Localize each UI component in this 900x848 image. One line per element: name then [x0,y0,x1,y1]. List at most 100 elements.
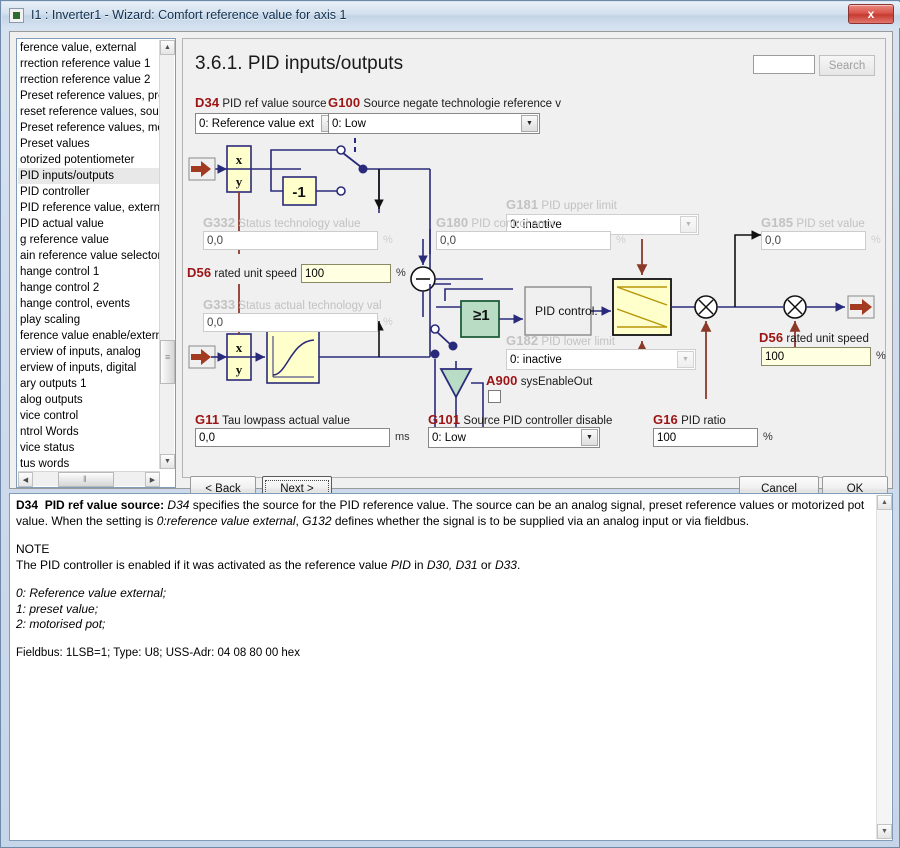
param-g333-text: Status actual technology val [238,300,382,312]
param-g333-unit: % [383,316,393,328]
tree-vscroll-thumb[interactable] [160,340,175,384]
tree-horizontal-scrollbar[interactable]: ◀ ▶ [18,471,160,487]
param-g185-text: PID set value [796,218,865,230]
tree-item[interactable]: rrection reference value 1 [18,56,160,72]
tree-item[interactable]: g reference value [18,232,160,248]
param-g16-field[interactable] [653,428,758,447]
tree-item[interactable]: PID actual value [18,216,160,232]
tree-item[interactable]: Preset reference values, monit [18,120,160,136]
svg-text:x: x [236,152,243,167]
chevron-down-icon[interactable]: ▼ [581,429,598,446]
chevron-down-icon[interactable]: ▼ [680,216,697,233]
param-d56-left-field[interactable] [301,264,391,283]
param-g101-text: Source PID controller disable [463,415,613,427]
help-pane[interactable]: D34 PID ref value source: D34 specifies … [9,493,893,841]
param-g16-text: PID ratio [681,415,726,427]
tree-item[interactable]: ntrol Words [18,424,160,440]
tree-vertical-scrollbar[interactable]: ▲ ▼ [159,40,175,469]
param-g11-label: G11 Tau lowpass actual value [195,412,350,427]
help-paragraph-1: D34 PID ref value source: D34 specifies … [16,498,872,529]
param-g182-combobox[interactable]: 0: inactive ▼ [506,349,696,370]
block-xy-bottom: x y [226,333,252,381]
selector-switch [336,138,368,196]
tree-item[interactable]: PID inputs/outputs [18,168,160,184]
tree-item[interactable]: ference value enable/externa [18,328,160,344]
param-d56-right-label: D56 rated unit speed [759,330,869,345]
tree-item[interactable]: tus words [18,456,160,470]
tree-item[interactable]: vice control [18,408,160,424]
tree-item[interactable]: vice status [18,440,160,456]
help-note-d: D30, D31 [426,557,478,572]
param-g101-combobox[interactable]: 0: Low ▼ [428,427,600,448]
tree-item[interactable]: play scaling [18,312,160,328]
tree-item[interactable]: alog outputs [18,392,160,408]
param-d56-right-field[interactable] [761,347,871,366]
param-g185-label: G185 PID set value [761,215,865,230]
window-title: I1 : Inverter1 - Wizard: Comfort referen… [31,8,347,22]
tree-item[interactable]: ary outputs 1 [18,376,160,392]
param-d56-right-unit: % [876,350,886,362]
tree-item[interactable]: PID reference value, external [18,200,160,216]
wizard-dialog: ference value, external rrection referenc… [9,31,893,502]
help-option-2: 2: motorised pot; [16,617,106,631]
tree-item[interactable]: Preset reference values, prese [18,88,160,104]
help-note-c: in [410,557,427,572]
svg-text:y: y [236,362,243,377]
param-a900-code: A900 [486,373,518,388]
param-d34-value: 0: Reference value ext [199,117,315,130]
tree-item[interactable]: PID controller [18,184,160,200]
param-a900-label: A900 sysEnableOut [486,373,592,388]
tree-item[interactable]: hange control, events [18,296,160,312]
navigation-tree-list[interactable]: ference value, external rrection referenc… [18,40,160,470]
param-g332-field[interactable] [203,231,378,250]
help-vertical-scrollbar[interactable]: ▲ ▼ [876,495,892,839]
navigation-tree[interactable]: ference value, external rrection referenc… [16,38,176,488]
tree-item[interactable]: otorized potentiometer [18,152,160,168]
tree-item[interactable]: reset reference values, sourc [18,104,160,120]
help-body-3: defines whether the signal is to be supp… [331,513,750,528]
param-g182-label: G182 PID lower limit [506,333,615,348]
tree-item[interactable]: ain reference value selector [18,248,160,264]
tree-item[interactable]: Preset values [18,136,160,152]
svg-text:-1: -1 [292,184,305,201]
param-d56-right-text: rated unit speed [786,333,869,345]
tree-hscroll-thumb[interactable] [58,472,114,487]
help-note-heading: NOTE [16,542,50,556]
help-setting-ref: 0:reference value external [156,513,296,528]
param-d56-left-label: D56 rated unit speed [187,265,297,280]
help-note-g: . [516,557,521,572]
param-g100-value: 0: Low [332,117,366,130]
chevron-down-icon[interactable]: ▼ [521,115,538,132]
param-g185-unit: % [871,234,881,246]
tree-item[interactable]: ference value, external [18,40,160,56]
tree-item[interactable]: hange control 2 [18,280,160,296]
param-d34-combobox[interactable]: 0: Reference value ext ▼ [195,113,340,134]
scroll-down-icon[interactable]: ▼ [877,824,892,839]
param-g100-combobox[interactable]: 0: Low ▼ [328,113,540,134]
param-g180-field[interactable] [436,231,611,250]
tree-item[interactable]: erview of inputs, digital [18,360,160,376]
param-g11-field[interactable] [195,428,390,447]
help-title: PID ref value source: [44,498,165,512]
param-g333-field[interactable] [203,313,378,332]
scroll-down-icon[interactable]: ▼ [160,454,175,469]
app-icon [9,7,24,23]
help-code: D34 [16,498,39,512]
help-spacer-2 [16,573,872,586]
tree-item[interactable]: rrection reference value 2 [18,72,160,88]
param-g181-text: PID upper limit [541,200,617,212]
chevron-down-icon[interactable]: ▼ [677,351,694,368]
scroll-right-icon[interactable]: ▶ [145,472,160,487]
scroll-up-icon[interactable]: ▲ [160,40,175,55]
param-g181-label: G181 PID upper limit [506,197,617,212]
tree-item[interactable]: erview of inputs, analog [18,344,160,360]
param-g101-label: G101 Source PID controller disable [428,412,612,427]
scroll-up-icon[interactable]: ▲ [877,495,892,510]
close-button[interactable]: x [848,4,894,24]
tree-item[interactable]: hange control 1 [18,264,160,280]
param-g185-field[interactable] [761,231,866,250]
help-note-body: The PID controller is enabled if it was … [16,558,872,574]
output-arrow [847,295,875,319]
param-a900-checkbox[interactable] [488,390,501,403]
scroll-left-icon[interactable]: ◀ [18,472,33,487]
